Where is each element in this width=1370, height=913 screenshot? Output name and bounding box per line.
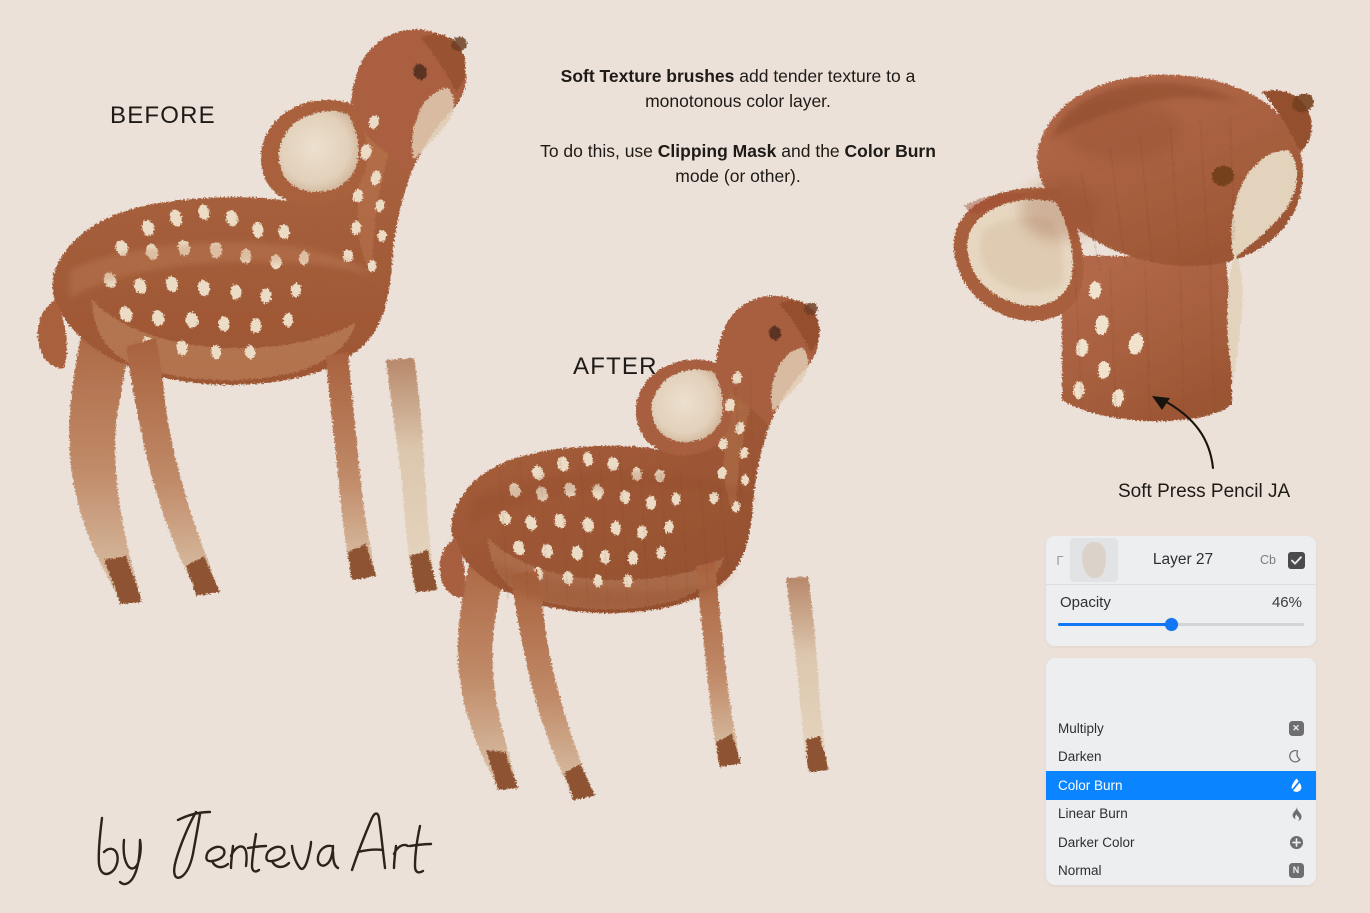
layer-name-label[interactable]: Layer 27 (1106, 551, 1260, 569)
layer-thumbnail[interactable] (1070, 538, 1118, 582)
opacity-slider-fill (1058, 623, 1172, 626)
blend-mode-row[interactable]: Normal N (1046, 857, 1316, 886)
canvas: BEFORE AFTER Soft Texture brushes add te… (0, 0, 1370, 913)
checkmark-icon (1291, 555, 1302, 565)
label-after: AFTER (573, 353, 658, 380)
clipping-mask-icon: Γ (1056, 552, 1064, 568)
droplet-icon-slot (1287, 776, 1305, 794)
blend-mode-label: Darker Color (1058, 834, 1135, 850)
blend-mode-label: Linear Burn (1058, 806, 1128, 822)
blend-mode-label: Normal (1058, 863, 1102, 879)
instruction-line-3: To do this, use Clipping Mask and the Co… (508, 139, 968, 164)
opacity-header: Opacity 46% (1046, 585, 1316, 614)
normal-n-icon: N (1288, 863, 1304, 879)
plus-circle-icon (1289, 835, 1303, 849)
flame-icon-slot (1287, 805, 1305, 823)
instruction-bold-soft-texture: Soft Texture brushes (560, 66, 735, 86)
blend-mode-row[interactable]: Linear Burn (1046, 800, 1316, 829)
layer-row[interactable]: Γ Layer 27 Cb (1046, 536, 1316, 584)
layer-settings-card: Γ Layer 27 Cb Opacity 46% (1046, 536, 1316, 646)
blend-mode-row[interactable]: Darken (1046, 743, 1316, 772)
layer-options-panel[interactable]: Γ Layer 27 Cb Opacity 46% Multiply ✕ Dar… (1046, 536, 1316, 885)
instruction-line3-a: To do this, use (540, 141, 658, 161)
multiply-icon-slot: ✕ (1287, 719, 1305, 737)
instruction-bold-color-burn: Color Burn (844, 141, 936, 161)
moon-icon (1288, 750, 1300, 763)
opacity-slider-knob[interactable] (1164, 618, 1178, 631)
droplet-icon (1289, 777, 1303, 793)
layer-thumbnail-artwork (1082, 542, 1106, 578)
blend-mode-label: Multiply (1058, 720, 1104, 736)
blend-mode-list[interactable]: Multiply ✕ Darken Color Burn Linear Burn Dark… (1046, 658, 1316, 885)
moon-icon-slot (1287, 748, 1305, 766)
normal-n-icon-slot: N (1287, 862, 1305, 880)
panel-divider-gap (1046, 646, 1316, 658)
opacity-label: Opacity (1060, 594, 1111, 611)
instruction-line-1: Soft Texture brushes add tender texture … (508, 64, 968, 89)
blend-mode-row[interactable]: Darker Color (1046, 828, 1316, 857)
instruction-text-block: Soft Texture brushes add tender texture … (508, 64, 968, 189)
flame-icon (1292, 806, 1302, 821)
opacity-section: Opacity 46% (1046, 584, 1316, 646)
instruction-line3-b: and the (776, 141, 845, 161)
layer-visibility-checkbox[interactable] (1288, 551, 1305, 569)
opacity-value: 46% (1271, 594, 1302, 611)
label-before: BEFORE (110, 102, 216, 129)
opacity-slider[interactable] (1046, 614, 1316, 646)
blend-mode-label: Color Burn (1058, 777, 1123, 793)
instruction-spacer (508, 114, 968, 139)
instruction-line-2: monotonous color layer. (645, 91, 831, 111)
plus-circle-icon-slot (1287, 833, 1305, 851)
blend-mode-label: Darken (1058, 749, 1102, 765)
blend-mode-tag[interactable]: Cb (1260, 553, 1276, 567)
instruction-line1-rest: add tender texture to a (734, 66, 916, 86)
instruction-bold-clipping-mask: Clipping Mask (657, 141, 777, 161)
blend-mode-row[interactable]: Color Burn (1046, 771, 1316, 800)
brush-name-caption: Soft Press Pencil JA (1118, 481, 1291, 502)
instruction-line-4: mode (or other). (675, 166, 801, 186)
blend-mode-row[interactable]: Multiply ✕ (1046, 714, 1316, 743)
multiply-icon: ✕ (1288, 720, 1304, 736)
